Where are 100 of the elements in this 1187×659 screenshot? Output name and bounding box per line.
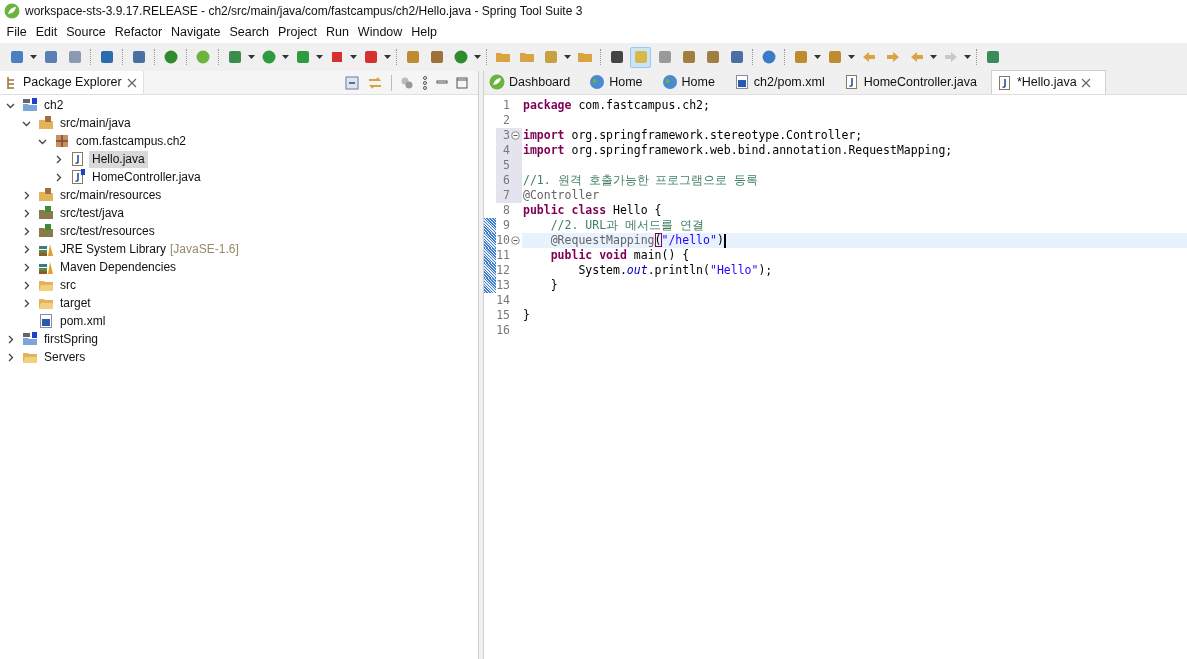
- line-number: 9: [502, 216, 511, 234]
- project-icon: [22, 331, 38, 347]
- code-line: System.out.println("Hello");: [577, 262, 773, 279]
- menu-item[interactable]: Edit: [31, 23, 62, 42]
- code-line: //1. 원격 호출가능한 프로그램으로 등록: [523, 171, 759, 189]
- tree-item[interactable]: src/test/resources: [57, 222, 158, 240]
- text-cursor: [723, 233, 726, 248]
- tree-item[interactable]: src/main/resources: [57, 186, 165, 204]
- editor-tab[interactable]: *Hello.java: [990, 70, 1106, 94]
- line-number: 10: [496, 231, 511, 249]
- line-number: 6: [502, 171, 511, 189]
- code-line: }: [549, 276, 558, 294]
- java-file-icon: [996, 74, 1013, 91]
- tree-item[interactable]: src/main/java: [57, 114, 134, 132]
- tree-item[interactable]: ch2: [41, 96, 67, 114]
- line-number: 1: [502, 96, 511, 114]
- java-file-icon: [843, 74, 860, 90]
- menu-item[interactable]: File: [2, 23, 32, 42]
- chevron-right-icon[interactable]: [22, 298, 31, 308]
- menu-item[interactable]: Project: [273, 23, 322, 42]
- chevron-right-icon[interactable]: [22, 226, 31, 236]
- menu-item[interactable]: Run: [321, 23, 354, 42]
- menu-item[interactable]: Navigate: [166, 23, 225, 42]
- caret-icon[interactable]: [848, 55, 855, 59]
- chevron-right-icon[interactable]: [22, 244, 31, 254]
- tree-item[interactable]: pom.xml: [57, 312, 109, 330]
- tree-item[interactable]: HomeController.java: [89, 168, 204, 186]
- tree-item[interactable]: Hello.java: [89, 150, 148, 168]
- menu-item[interactable]: Refactor: [110, 23, 167, 42]
- caret-icon[interactable]: [316, 55, 323, 59]
- caret-icon[interactable]: [384, 55, 391, 59]
- line-number: 12: [496, 261, 511, 279]
- caret-icon[interactable]: [814, 55, 821, 59]
- close-icon[interactable]: [1080, 77, 1091, 88]
- tree-item[interactable]: JRE System Library: [57, 240, 170, 258]
- package-icon: [54, 133, 70, 149]
- chevron-right-icon[interactable]: [6, 352, 15, 362]
- source-folder-icon: [38, 187, 54, 203]
- tree-item-decoration: [JavaSE-1.6]: [170, 241, 239, 258]
- menu-item[interactable]: Source: [61, 23, 111, 42]
- code-line: //2. URL과 메서드를 연결: [549, 217, 704, 234]
- caret-icon[interactable]: [282, 55, 289, 59]
- editor-tab[interactable]: Home: [656, 70, 729, 94]
- close-icon[interactable]: [126, 77, 137, 88]
- chevron-right-icon[interactable]: [22, 208, 31, 218]
- maven-file-icon: [733, 74, 750, 90]
- chevron-right-icon[interactable]: [54, 172, 63, 182]
- caret-icon[interactable]: [474, 55, 481, 59]
- filter-icon[interactable]: [400, 75, 414, 90]
- line-number: 7: [502, 186, 511, 204]
- line-number: 11: [496, 246, 511, 264]
- line-number: 13: [496, 276, 511, 294]
- maximize-icon[interactable]: [456, 76, 468, 89]
- chevron-right-icon[interactable]: [22, 280, 31, 290]
- source-folder-icon: [38, 223, 54, 239]
- java-file-icon: [70, 151, 86, 167]
- menu-item[interactable]: Search: [224, 23, 274, 42]
- caret-icon[interactable]: [564, 55, 571, 59]
- caret-icon[interactable]: [248, 55, 255, 59]
- source-folder-icon: [38, 115, 54, 131]
- tree-item[interactable]: firstSpring: [41, 330, 102, 348]
- chevron-right-icon[interactable]: [22, 190, 31, 200]
- code-line: @Controller: [523, 186, 600, 204]
- tree-item[interactable]: com.fastcampus.ch2: [73, 132, 190, 150]
- tree-item[interactable]: target: [57, 294, 94, 312]
- chevron-right-icon[interactable]: [22, 262, 31, 272]
- tree-item[interactable]: src/test/java: [57, 204, 128, 222]
- right-arrow-icon: [884, 49, 901, 65]
- menu-item[interactable]: Help: [406, 23, 442, 42]
- line-number: 2: [502, 111, 511, 129]
- menu-item[interactable]: Window: [353, 23, 407, 42]
- caret-icon[interactable]: [350, 55, 357, 59]
- maven-file-icon: [38, 313, 54, 329]
- source-folder-icon: [38, 205, 54, 221]
- fold-icon[interactable]: [511, 131, 520, 140]
- line-number: 14: [496, 291, 511, 309]
- project-icon: [22, 97, 38, 113]
- caret-icon[interactable]: [930, 55, 937, 59]
- line-number: 8: [502, 201, 511, 219]
- view-menu-icon[interactable]: [422, 75, 428, 90]
- app-icon: [4, 3, 20, 19]
- view-tab[interactable]: Package Explorer: [0, 71, 144, 94]
- tree-item[interactable]: Servers: [41, 348, 89, 366]
- right-arrow-icon: [942, 49, 959, 65]
- editor-tab[interactable]: Dashboard: [484, 70, 585, 94]
- editor-tab[interactable]: Home: [584, 70, 657, 94]
- collapse-all-icon[interactable]: [345, 75, 359, 90]
- chevron-right-icon[interactable]: [6, 334, 15, 344]
- line-number: 3: [502, 126, 511, 144]
- line-number: 5: [502, 156, 511, 174]
- editor-tab[interactable]: HomeController.java: [838, 70, 991, 94]
- fold-icon[interactable]: [511, 236, 520, 245]
- tree-item[interactable]: Maven Dependencies: [57, 258, 180, 276]
- caret-icon[interactable]: [30, 55, 37, 59]
- editor-tab[interactable]: ch2/pom.xml: [728, 70, 839, 94]
- tree-item[interactable]: src: [57, 276, 79, 294]
- code-line: public void main() {: [549, 247, 690, 264]
- java-file-icon: [70, 169, 86, 185]
- chevron-right-icon[interactable]: [54, 154, 63, 164]
- code-line: import org.springframework.web.bind.annotation.RequestMapping;: [523, 142, 953, 159]
